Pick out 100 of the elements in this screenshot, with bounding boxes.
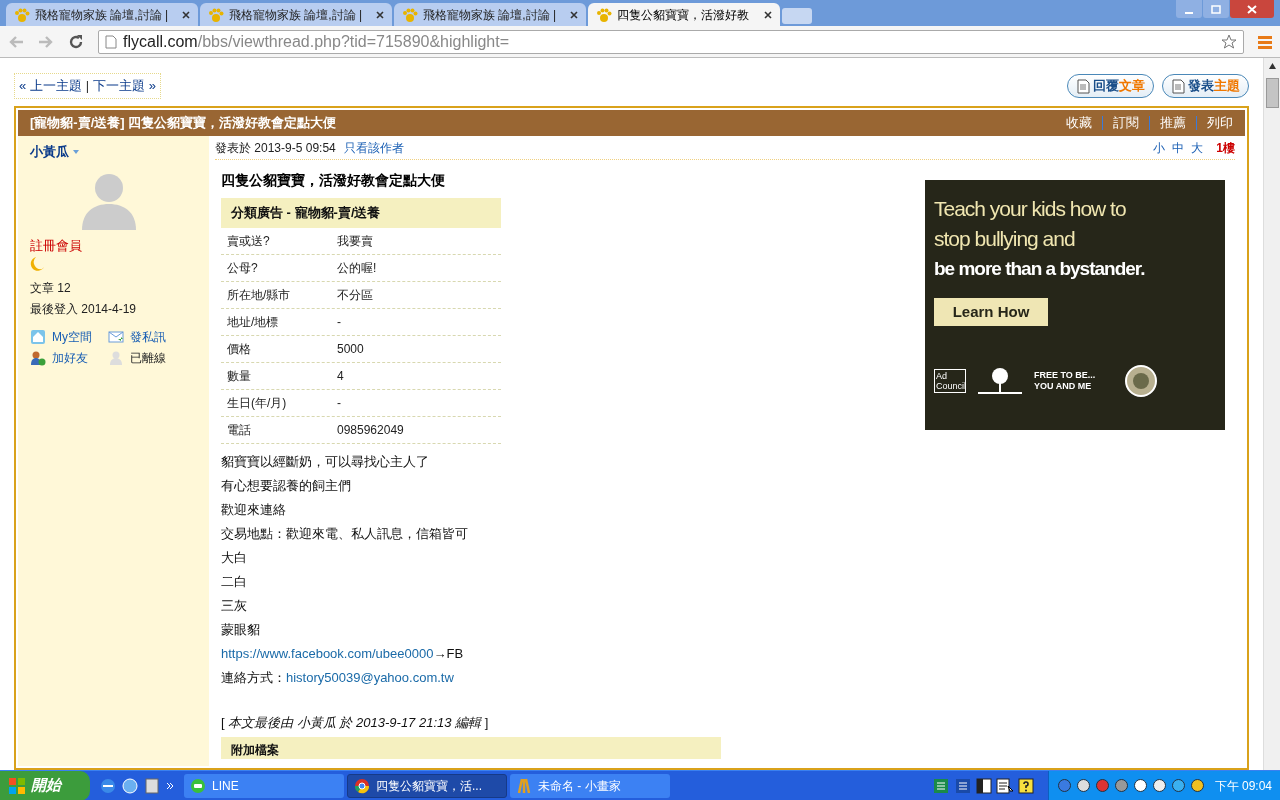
edit-note: [ 本文最後由 小黃瓜 於 2013-9-17 21:13 編輯 ] — [221, 714, 490, 732]
status-text: 已離線 — [130, 350, 166, 367]
field-value: 公的喔! — [337, 260, 377, 277]
thread-title: [寵物貂-賣/送養] 四隻公貂寶寶，活潑好教會定點大便 — [30, 114, 337, 133]
help-icon — [1017, 777, 1034, 794]
url-text: flycall.com/bbs/viewthread.php?tid=715890&highlight= — [123, 31, 510, 52]
close-icon — [376, 10, 384, 19]
brushes-icon — [516, 777, 532, 794]
paw-icon — [402, 7, 418, 22]
field-value: 5000 — [337, 341, 364, 358]
ad-headline: Teach your kids how to — [934, 196, 1127, 222]
header-link[interactable]: 推薦 — [1160, 113, 1186, 133]
font-size-link[interactable]: 大 — [1191, 138, 1204, 157]
document-icon — [1171, 78, 1185, 94]
house-icon — [30, 329, 46, 345]
taskbar-window-button[interactable]: 未命名 - 小畫家 — [510, 773, 670, 798]
close-icon — [182, 10, 190, 19]
new-tab-button[interactable] — [782, 8, 812, 24]
scrollbar[interactable] — [1263, 58, 1280, 770]
page-icon — [105, 34, 117, 49]
browser-tab[interactable]: 飛格寵物家族 論壇,討論 | — [200, 3, 392, 26]
field-label: 賣或送? — [227, 233, 271, 250]
ad-headline: stop bullying and — [934, 226, 1076, 252]
paw-icon — [208, 7, 224, 22]
font-size-link[interactable]: 中 — [1172, 138, 1185, 157]
user-icon — [108, 350, 124, 366]
tree-logo-icon — [976, 366, 1024, 396]
user-group: 註冊會員 — [30, 235, 209, 255]
author-link[interactable]: 加好友 — [52, 349, 88, 367]
field-label: 數量 — [227, 368, 252, 385]
globe-icon — [122, 777, 138, 794]
post-text: 蒙眼貂 — [221, 621, 260, 640]
up-arrow-icon — [1267, 62, 1277, 70]
taskbar-window-button[interactable]: 四隻公貂寶寶，活... — [347, 773, 507, 798]
font-size-link[interactable]: 小 — [1153, 138, 1166, 157]
header-link[interactable]: 收藏 — [1066, 113, 1092, 133]
reload-icon — [68, 33, 84, 50]
back-icon — [8, 34, 24, 49]
email-link[interactable]: history50039@yahoo.com.tw — [286, 668, 454, 688]
next-topic-link[interactable]: 下一主題 » — [93, 76, 157, 96]
dropdown-icon — [72, 148, 80, 155]
field-label: 電話 — [227, 422, 252, 439]
list-cursor-icon — [995, 777, 1014, 794]
menu-icon — [1258, 34, 1272, 49]
maximize-button[interactable] — [1203, 0, 1229, 18]
close-icon — [764, 10, 772, 19]
maximize-icon — [1211, 4, 1221, 14]
paw-icon — [596, 7, 612, 22]
post-text: 有心想要認養的飼主們 — [221, 477, 351, 496]
post-text: 二白 — [221, 573, 247, 592]
author-only-link[interactable]: 只看該作者 — [343, 138, 404, 157]
scrollbar-thumb[interactable] — [1265, 78, 1279, 108]
field-label: 所在地/縣市 — [227, 287, 292, 304]
author-stat: 最後登入 2014-4-19 — [30, 301, 138, 318]
taskbar-window-button[interactable]: LINE — [184, 773, 344, 798]
address-bar[interactable]: flycall.com/bbs/viewthread.php?tid=715890&highlight= — [98, 29, 1244, 54]
window-icon — [144, 777, 160, 794]
paw-icon — [14, 7, 30, 22]
new-topic-button[interactable]: 發表主題 — [1162, 74, 1249, 98]
field-value: - — [337, 314, 341, 331]
post-title: 四隻公貂寶寶，活潑好教會定點大便 — [221, 171, 446, 190]
post-text: 大白 — [221, 549, 247, 568]
input-method-icon — [931, 776, 950, 795]
author-stat: 文章 12 — [30, 280, 72, 297]
post-text: 交易地點：歡迎來電、私人訊息，信箱皆可 — [221, 525, 468, 544]
post-text: 三灰 — [221, 597, 247, 616]
envelope-icon — [108, 329, 124, 345]
panel-icon — [975, 777, 992, 794]
add-user-icon — [30, 350, 46, 366]
learn-how-button[interactable]: Learn How — [934, 298, 1048, 326]
ad-banner[interactable]: Teach your kids how to stop bullying and be more than a bystander. Learn How Ad Council FREE TO BE... YOU AND ME — [925, 180, 1225, 430]
field-value: 我要賣 — [337, 233, 373, 250]
reply-button[interactable]: 回覆文章 — [1067, 74, 1154, 98]
minimize-button[interactable] — [1176, 0, 1202, 18]
close-button[interactable] — [1230, 0, 1274, 18]
header-link[interactable]: 訂閱 — [1113, 113, 1139, 133]
tab-title: 四隻公貂寶寶，活潑好教 — [617, 6, 750, 24]
star-icon — [1221, 33, 1237, 50]
author-name[interactable]: 小黃瓜 — [30, 142, 69, 162]
author-link[interactable]: 發私訊 — [130, 328, 166, 346]
separator: | — [85, 77, 90, 96]
post-text: →FB — [433, 645, 464, 664]
tab-title: 飛格寵物家族 論壇,討論 | — [423, 6, 558, 24]
floor-number: 1樓 — [1216, 139, 1235, 157]
previous-topic-link[interactable]: « 上一主題 — [19, 76, 82, 96]
field-label: 公母? — [227, 260, 259, 277]
field-label: 生日(年/月) — [227, 395, 288, 412]
start-button[interactable]: 開始 — [0, 770, 90, 800]
browser-tab[interactable]: 飛格寵物家族 論壇,討論 | — [6, 3, 198, 26]
browser-tab[interactable]: 四隻公貂寶寶，活潑好教 — [588, 3, 780, 26]
author-link[interactable]: My空間 — [52, 328, 92, 346]
browser-tab[interactable]: 飛格寵物家族 論壇,討論 | — [394, 3, 586, 26]
header-link[interactable]: 列印 — [1207, 113, 1233, 133]
seal-icon — [1124, 364, 1158, 398]
tab-title: 飛格寵物家族 論壇,討論 | — [229, 6, 364, 24]
field-label: 地址/地標 — [227, 314, 280, 331]
field-label: 價格 — [227, 341, 252, 358]
input-method-icon — [953, 776, 972, 795]
ad-headline: be more than a bystander. — [934, 257, 1146, 281]
facebook-link[interactable]: https://www.facebook.com/ubee0000 — [221, 644, 434, 664]
